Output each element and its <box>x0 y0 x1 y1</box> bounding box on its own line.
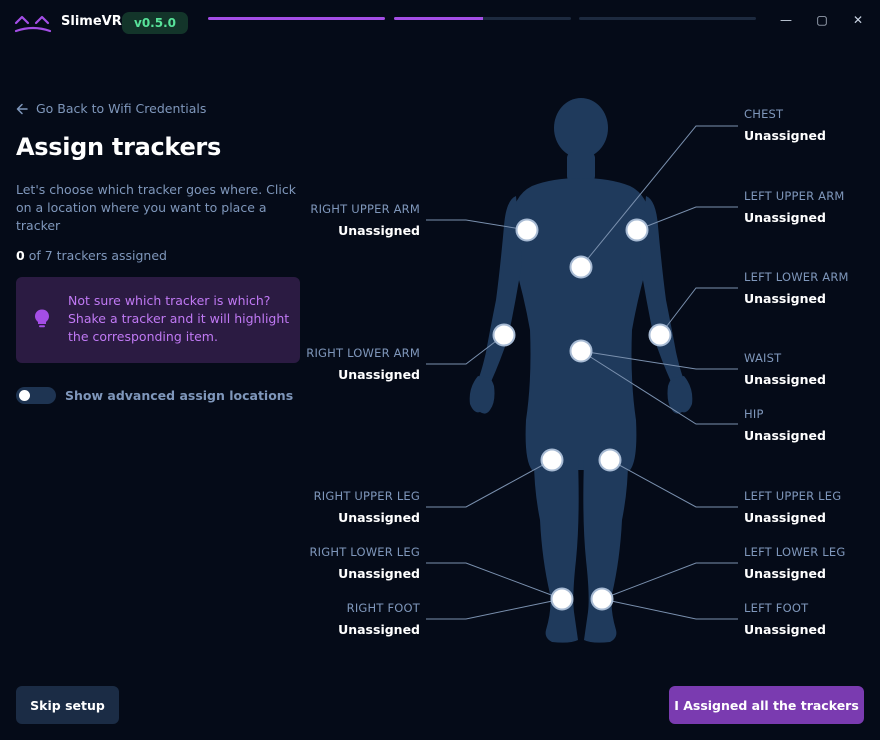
body-part-name: LEFT FOOT <box>744 601 809 615</box>
body-part-status: Unassigned <box>338 223 420 238</box>
skip-setup-button[interactable]: Skip setup <box>16 686 119 724</box>
tracker-point-right-upper-leg <box>540 448 564 472</box>
body-part-name: LEFT UPPER LEG <box>744 489 842 503</box>
tracker-point-right-foot <box>550 587 574 611</box>
tracker-point-left-foot <box>590 587 614 611</box>
body-part-name: CHEST <box>744 107 784 121</box>
body-part-name: RIGHT UPPER ARM <box>310 202 420 216</box>
body-part-left-foot[interactable]: LEFT FOOT Unassigned <box>744 600 880 638</box>
tracker-point-left-upper-leg <box>598 448 622 472</box>
body-part-name: WAIST <box>744 351 782 365</box>
body-part-status: Unassigned <box>744 291 826 306</box>
body-part-name: RIGHT FOOT <box>346 601 420 615</box>
body-part-name: LEFT LOWER ARM <box>744 270 849 284</box>
body-part-status: Unassigned <box>744 428 826 443</box>
body-part-waist[interactable]: WAIST Unassigned <box>744 350 880 388</box>
body-part-status: Unassigned <box>744 128 826 143</box>
body-silhouette <box>469 98 693 643</box>
body-part-name: RIGHT LOWER ARM <box>306 346 420 360</box>
tracker-point-right-upper-arm <box>515 218 539 242</box>
body-part-name: LEFT LOWER LEG <box>744 545 846 559</box>
body-part-right-lower-leg[interactable]: RIGHT LOWER LEG Unassigned <box>270 544 420 582</box>
tracker-point-left-upper-arm <box>625 218 649 242</box>
assigned-all-button[interactable]: I Assigned all the trackers <box>669 686 864 724</box>
tracker-point-right-lower-arm <box>492 323 516 347</box>
body-part-status: Unassigned <box>744 510 826 525</box>
body-part-right-foot[interactable]: RIGHT FOOT Unassigned <box>270 600 420 638</box>
body-part-name: RIGHT UPPER LEG <box>313 489 420 503</box>
body-part-name: LEFT UPPER ARM <box>744 189 845 203</box>
body-part-status: Unassigned <box>338 622 420 637</box>
body-part-status: Unassigned <box>338 566 420 581</box>
body-part-name: RIGHT LOWER LEG <box>309 545 420 559</box>
body-part-status: Unassigned <box>338 510 420 525</box>
tracker-point-waist-hip <box>569 339 593 363</box>
body-part-left-upper-arm[interactable]: LEFT UPPER ARM Unassigned <box>744 188 880 226</box>
body-part-chest[interactable]: CHEST Unassigned <box>744 106 880 144</box>
tracker-point-left-lower-arm <box>648 323 672 347</box>
body-part-right-upper-leg[interactable]: RIGHT UPPER LEG Unassigned <box>270 488 420 526</box>
body-part-right-lower-arm[interactable]: RIGHT LOWER ARM Unassigned <box>270 345 420 383</box>
tracker-point-chest <box>569 255 593 279</box>
body-part-left-lower-leg[interactable]: LEFT LOWER LEG Unassigned <box>744 544 880 582</box>
body-part-right-upper-arm[interactable]: RIGHT UPPER ARM Unassigned <box>270 201 420 239</box>
body-part-status: Unassigned <box>744 372 826 387</box>
body-part-status: Unassigned <box>744 566 826 581</box>
body-part-status: Unassigned <box>744 622 826 637</box>
body-part-left-upper-leg[interactable]: LEFT UPPER LEG Unassigned <box>744 488 880 526</box>
body-part-name: HIP <box>744 407 764 421</box>
body-part-hip[interactable]: HIP Unassigned <box>744 406 880 444</box>
body-part-status: Unassigned <box>744 210 826 225</box>
body-part-left-lower-arm[interactable]: LEFT LOWER ARM Unassigned <box>744 269 880 307</box>
body-part-status: Unassigned <box>338 367 420 382</box>
